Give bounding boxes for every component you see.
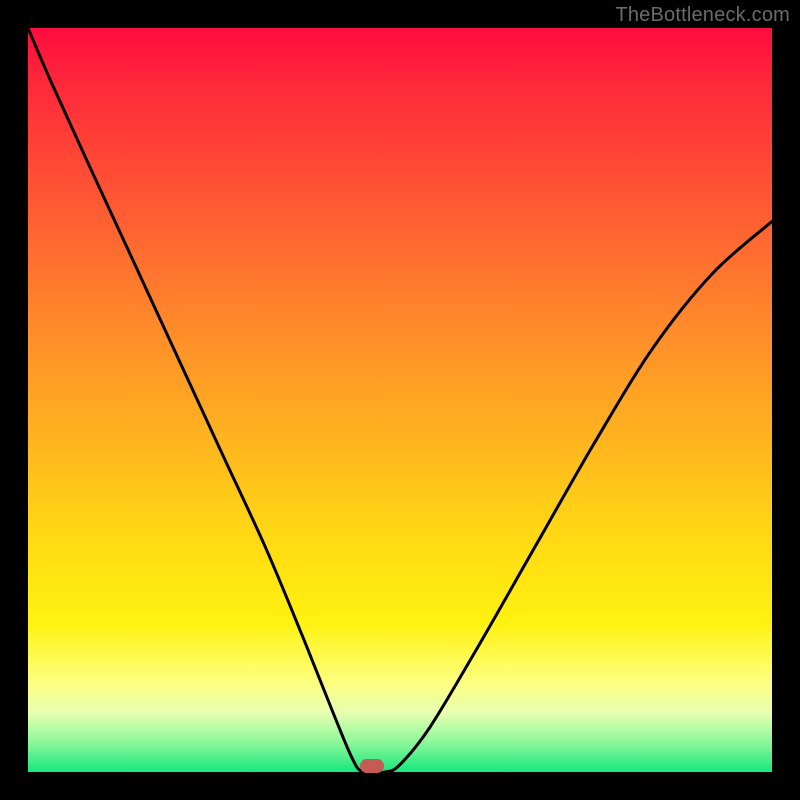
bottleneck-curve [28, 28, 772, 772]
chart-frame: TheBottleneck.com [0, 0, 800, 800]
plot-area [28, 28, 772, 772]
minimum-marker [360, 759, 384, 773]
watermark-text: TheBottleneck.com [615, 4, 790, 27]
